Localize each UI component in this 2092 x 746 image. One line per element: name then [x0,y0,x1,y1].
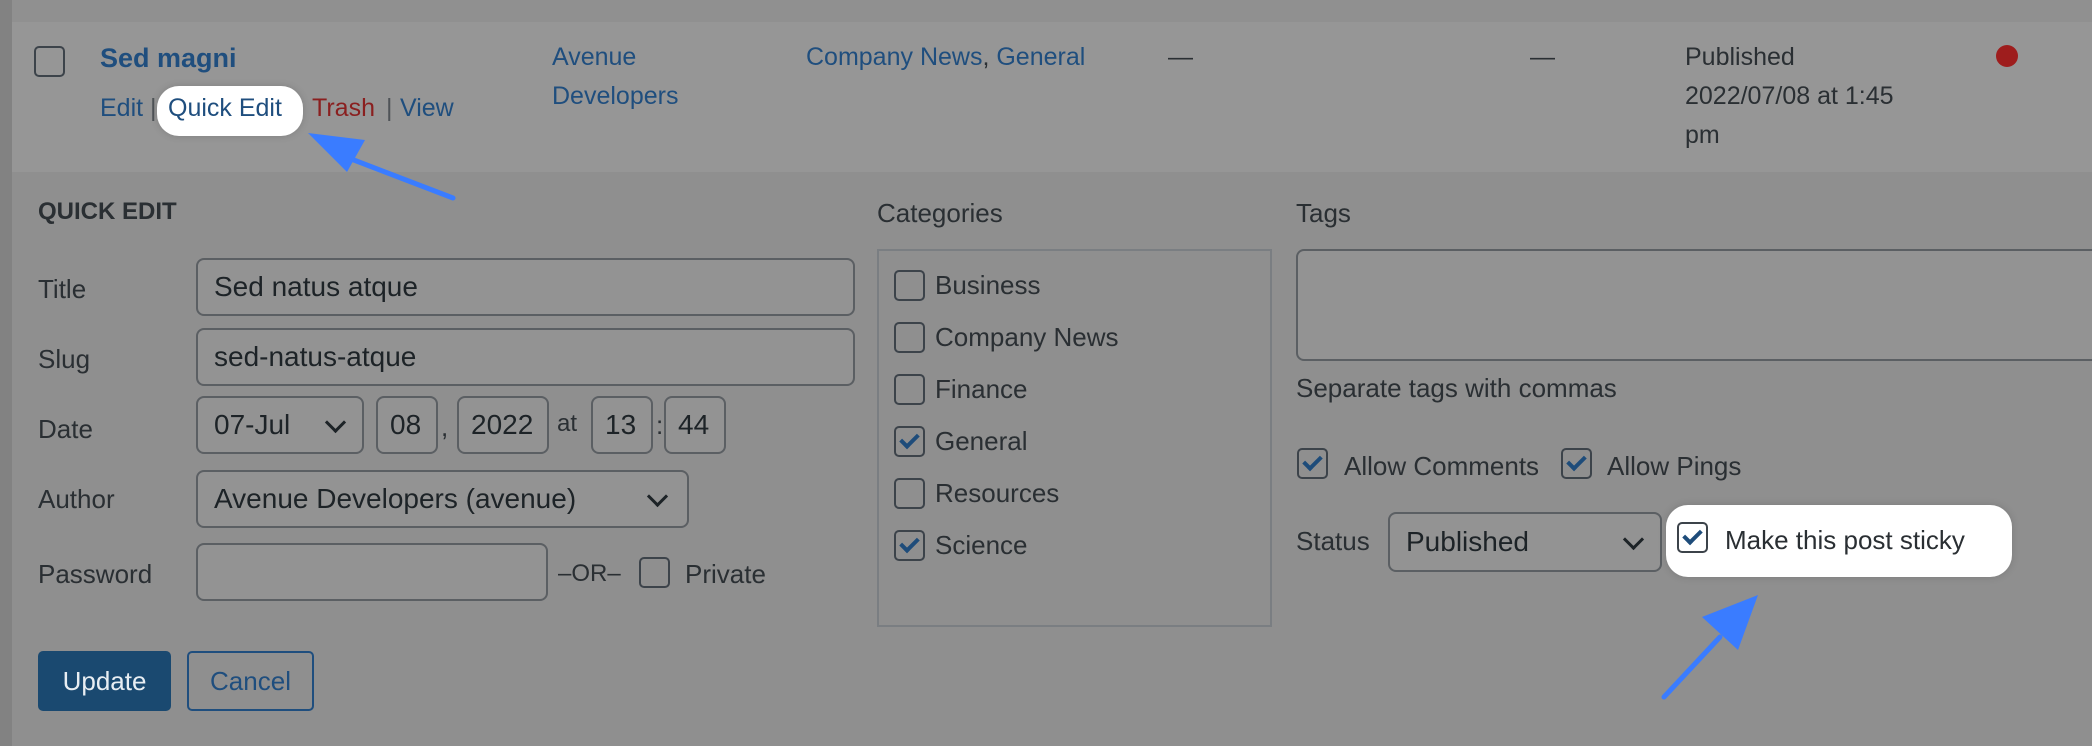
arrow-icon [1661,595,1758,700]
arrow-icon [308,133,456,201]
annotation-arrows [308,133,1758,700]
